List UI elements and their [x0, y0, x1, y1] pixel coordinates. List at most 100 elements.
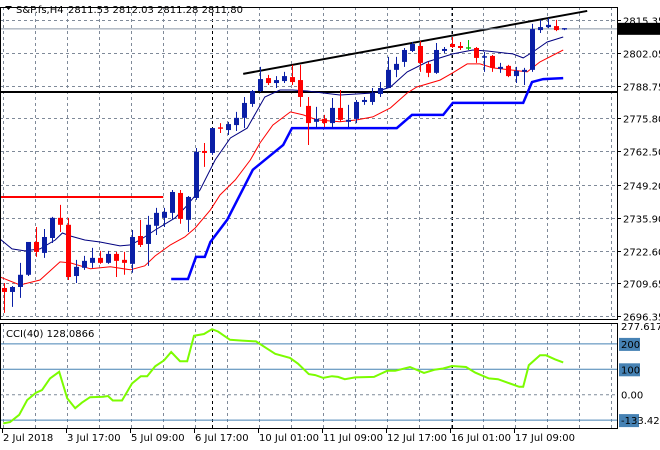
candle-body: [522, 69, 527, 72]
candle-body: [474, 47, 479, 58]
candle: [442, 46, 447, 53]
candle: [234, 111, 239, 132]
candle: [378, 82, 383, 97]
candle-body: [546, 24, 551, 28]
candle-body: [42, 236, 47, 253]
x-tick-label: 3 Jul 17:00: [67, 433, 121, 444]
candle: [474, 46, 479, 63]
candle-body: [106, 253, 111, 263]
candle: [530, 23, 535, 72]
candle-body: [250, 91, 255, 104]
candle-body: [210, 128, 215, 153]
candle-body: [74, 266, 79, 277]
candle-body: [378, 88, 383, 94]
candle-body: [538, 27, 543, 31]
candle-body: [194, 151, 199, 198]
candle: [290, 64, 295, 86]
candle: [26, 241, 31, 277]
candle: [162, 207, 167, 228]
candle: [490, 54, 495, 72]
candle: [386, 56, 391, 89]
candle-body: [274, 80, 279, 84]
candle: [498, 62, 503, 73]
candle: [298, 64, 303, 107]
candle-body: [282, 76, 287, 82]
candle: [538, 19, 543, 34]
x-tick-label: 2 Jul 2018: [3, 433, 53, 444]
candle: [362, 96, 367, 105]
cci-line: [3, 328, 564, 425]
candle-body: [146, 224, 151, 244]
candle-body: [490, 55, 495, 68]
candle-body: [354, 101, 359, 119]
candle-body: [18, 274, 23, 287]
y-tick-label: 2709.65: [623, 280, 660, 291]
candle-body: [130, 236, 135, 264]
ohlc-readout: 2811.53 2812.03 2811.28 2811.80: [68, 5, 243, 16]
candle: [106, 250, 111, 264]
candle-body: [10, 286, 15, 292]
candle-body: [338, 107, 343, 120]
x-tick-label: 12 Jul 17:00: [387, 433, 447, 444]
candle-body: [442, 48, 447, 51]
candle-body: [66, 224, 71, 278]
candle: [114, 251, 119, 278]
x-tick-label: 11 Jul 09:00: [323, 433, 383, 444]
candle-body: [434, 49, 439, 73]
candle-body: [138, 235, 143, 245]
candle-body: [34, 241, 39, 252]
candle-body: [170, 191, 175, 213]
candle-body: [506, 65, 511, 77]
candle: [42, 229, 47, 258]
candle: [394, 56, 399, 78]
candle: [554, 19, 559, 32]
candle: [514, 66, 519, 84]
candle-body: [298, 80, 303, 97]
candle: [98, 250, 103, 264]
main-panel-border: [0, 7, 618, 320]
candle: [170, 189, 175, 220]
candle: [322, 114, 327, 128]
candle-body: [346, 119, 351, 122]
candle: [346, 104, 351, 128]
candle: [418, 41, 423, 72]
candle: [178, 189, 183, 224]
candle-body: [58, 217, 63, 225]
indicator-lines: [0, 36, 564, 286]
candle: [74, 259, 79, 284]
candle-body: [2, 287, 7, 292]
y-tick-label: 2735.90: [623, 215, 660, 226]
y-tick-label: 2722.60: [623, 248, 660, 259]
candle: [266, 74, 271, 86]
candle-body: [178, 192, 183, 219]
x-tick-label: 5 Jul 09:00: [131, 433, 185, 444]
candle: [138, 219, 143, 247]
candle-body: [554, 26, 559, 31]
candle-body: [98, 257, 103, 263]
ma-slow-line: [0, 49, 564, 286]
y-tick-label: 2762.50: [623, 148, 660, 159]
candle: [66, 217, 71, 281]
candle: [34, 227, 39, 257]
candle: [522, 67, 527, 86]
candle-body: [386, 69, 391, 89]
y-tick-label: 2775.80: [623, 115, 660, 126]
candle: [202, 142, 207, 167]
candle: [242, 96, 247, 129]
candle: [370, 88, 375, 105]
candle-body: [530, 29, 535, 70]
x-tick-label: 6 Jul 17:00: [195, 433, 249, 444]
candle-body: [290, 77, 295, 83]
candle: [122, 251, 127, 275]
candle-body: [114, 253, 119, 261]
candle: [546, 17, 551, 29]
candles[interactable]: [2, 17, 567, 313]
candle: [186, 195, 191, 233]
candle: [146, 215, 151, 266]
candle: [282, 71, 287, 84]
candle: [226, 121, 231, 136]
candle: [2, 283, 7, 313]
candle-body: [226, 124, 231, 131]
candle: [306, 96, 311, 145]
candle: [426, 61, 431, 78]
